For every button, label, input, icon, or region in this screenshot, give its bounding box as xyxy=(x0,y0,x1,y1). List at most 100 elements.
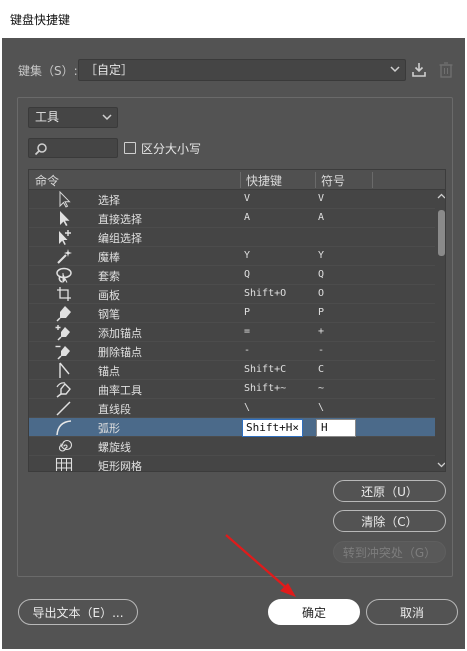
table-row[interactable]: 钢笔 P P xyxy=(29,304,435,323)
shortcut-key[interactable]: Q xyxy=(244,269,250,280)
shortcut-key[interactable]: - xyxy=(244,345,250,356)
scrollbar-thumb[interactable] xyxy=(438,210,445,256)
column-header-shortcut[interactable]: 快捷键 xyxy=(246,172,282,189)
ok-button[interactable]: 确定 xyxy=(268,599,360,625)
table-row[interactable]: 编组选择 xyxy=(29,228,435,247)
artboard-tool-icon xyxy=(57,287,71,301)
shortcut-symbol[interactable]: A xyxy=(318,212,324,223)
command-name: 选择 xyxy=(98,194,120,207)
export-text-button[interactable]: 导出文本（E）... xyxy=(18,599,138,625)
direct-selection-tool-icon xyxy=(60,211,70,226)
case-sensitive-checkbox[interactable] xyxy=(124,142,136,154)
column-divider xyxy=(372,172,373,188)
column-header-command[interactable]: 命令 xyxy=(35,172,59,189)
table-row[interactable]: 直接选择 A A xyxy=(29,209,435,228)
command-name: 螺旋线 xyxy=(98,441,131,454)
selection-tool-icon xyxy=(59,191,71,208)
command-name: 直接选择 xyxy=(98,213,142,226)
chevron-down-icon xyxy=(390,66,400,73)
goto-conflict-button[interactable]: 转到冲突处（G） xyxy=(333,541,446,563)
shortcut-symbol[interactable]: - xyxy=(318,345,324,356)
command-name: 矩形网格 xyxy=(98,460,142,472)
shortcut-symbol[interactable]: Y xyxy=(318,250,324,261)
keyset-value: ［自定］ xyxy=(85,63,134,77)
search-icon xyxy=(34,143,47,156)
table-row[interactable]: 选择 V V xyxy=(29,190,435,209)
add-anchor-point-icon xyxy=(55,325,70,341)
scroll-down-arrow-icon[interactable] xyxy=(437,460,446,469)
cancel-button[interactable]: 取消 xyxy=(366,599,458,625)
shortcut-symbol-input[interactable]: H xyxy=(316,419,356,437)
delete-anchor-point-icon xyxy=(55,345,70,360)
shortcut-symbol[interactable]: Q xyxy=(318,269,324,280)
table-row[interactable]: 添加锚点 = + xyxy=(29,323,435,342)
case-sensitive-label: 区分大小写 xyxy=(141,142,202,156)
shortcut-key[interactable]: Shift+~ xyxy=(244,383,286,394)
command-name: 直线段 xyxy=(98,403,131,416)
table-header: 命令 快捷键 符号 xyxy=(29,170,445,190)
table-row[interactable]: 螺旋线 xyxy=(29,437,435,456)
shortcut-symbol[interactable]: \ xyxy=(318,402,324,413)
command-name: 添加锚点 xyxy=(98,327,142,340)
table-row[interactable]: 矩形网格 xyxy=(29,456,435,472)
shortcut-key-input[interactable]: Shift+H× xyxy=(242,419,303,437)
shortcut-symbol[interactable]: P xyxy=(318,307,324,318)
shortcut-key[interactable]: Shift+O xyxy=(244,288,286,299)
shortcut-symbol[interactable]: O xyxy=(318,288,324,299)
column-header-symbol[interactable]: 符号 xyxy=(321,172,345,189)
table-row[interactable]: 删除锚点 - - xyxy=(29,342,435,361)
window-title: 键盘快捷键 xyxy=(10,12,71,27)
table-row[interactable]: 曲率工具 Shift+~ ~ xyxy=(29,380,435,399)
shortcuts-table: 命令 快捷键 符号 选择 V V 直接选择 A A 编组选择 魔棒 Y Y 套索… xyxy=(28,169,446,472)
line-segment-tool-icon xyxy=(56,401,71,416)
shortcut-symbol[interactable]: + xyxy=(318,326,324,337)
table-rows: 选择 V V 直接选择 A A 编组选择 魔棒 Y Y 套索 Q Q 画板 Sh… xyxy=(29,190,435,472)
command-name: 删除锚点 xyxy=(98,346,142,359)
command-name: 钢笔 xyxy=(98,308,120,321)
column-divider xyxy=(240,172,241,188)
shortcut-symbol[interactable]: ~ xyxy=(318,383,324,394)
rectangular-grid-tool-icon xyxy=(55,457,73,471)
search-input[interactable] xyxy=(28,138,118,158)
keyset-row: 键集（S）: ［自定］ xyxy=(18,59,453,81)
clear-button[interactable]: 清除（C） xyxy=(333,510,446,532)
shortcut-symbol[interactable]: C xyxy=(318,364,324,375)
table-row[interactable]: 套索 Q Q xyxy=(29,266,435,285)
group-selection-tool-icon xyxy=(59,230,71,245)
shortcut-symbol[interactable]: V xyxy=(318,193,324,204)
shortcut-key[interactable]: Shift+C xyxy=(244,364,286,375)
command-name: 曲率工具 xyxy=(98,384,142,397)
arc-tool-icon xyxy=(56,420,72,436)
command-name: 编组选择 xyxy=(98,232,142,245)
table-row[interactable]: 魔棒 Y Y xyxy=(29,247,435,266)
table-row[interactable]: 锚点 Shift+C C xyxy=(29,361,435,380)
curvature-tool-icon xyxy=(56,382,71,398)
keyset-dropdown[interactable]: ［自定］ xyxy=(78,59,406,81)
anchor-point-tool-icon xyxy=(59,362,70,378)
save-keyset-icon[interactable] xyxy=(410,61,428,79)
table-row[interactable]: 画板 Shift+O O xyxy=(29,285,435,304)
shortcut-key[interactable]: A xyxy=(244,212,250,223)
shortcut-type-value: 工具 xyxy=(35,110,60,124)
restore-button[interactable]: 还原（U） xyxy=(333,480,446,502)
command-name: 锚点 xyxy=(98,365,120,378)
keyset-label: 键集（S）: xyxy=(18,63,78,78)
command-name: 魔棒 xyxy=(98,251,120,264)
shortcut-key[interactable]: P xyxy=(244,307,250,318)
column-divider xyxy=(315,172,316,188)
command-name: 弧形 xyxy=(98,422,120,435)
shortcut-key[interactable]: \ xyxy=(244,402,250,413)
table-row[interactable]: 直线段 \ \ xyxy=(29,399,435,418)
keyboard-shortcuts-dialog: 键集（S）: ［自定］ 工具 区分大小写 命令 快捷键 符号 选择 V V 直接… xyxy=(2,38,465,649)
shortcut-key[interactable]: V xyxy=(244,193,250,204)
magic-wand-tool-icon xyxy=(57,249,72,264)
shortcut-key[interactable]: = xyxy=(244,326,250,337)
table-row-selected[interactable]: 弧形 Shift+H× H xyxy=(29,418,435,437)
command-name: 画板 xyxy=(98,289,120,302)
shortcut-key[interactable]: Y xyxy=(244,250,250,261)
shortcut-type-dropdown[interactable]: 工具 xyxy=(28,107,118,128)
scroll-up-arrow-icon[interactable] xyxy=(437,192,446,201)
spiral-tool-icon xyxy=(58,439,73,452)
window-title-bar: 键盘快捷键 xyxy=(0,0,467,38)
trash-icon[interactable] xyxy=(438,61,454,79)
